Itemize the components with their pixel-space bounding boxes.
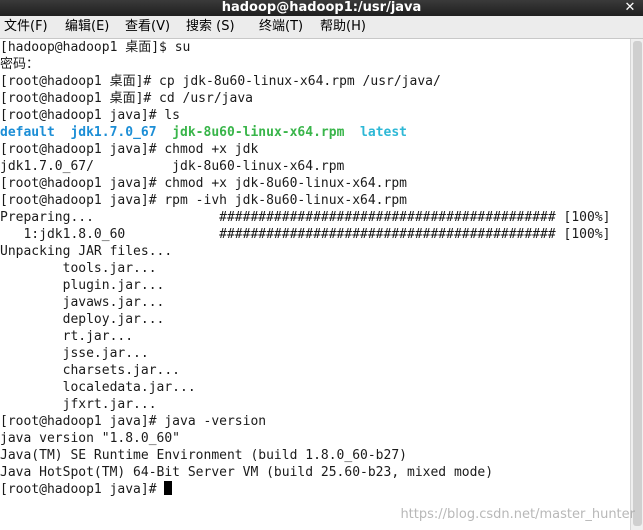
terminal-line: java version "1.8.0_60" <box>0 431 181 446</box>
ls-entry-rpm: jdk-8u60-linux-x64.rpm <box>172 125 345 140</box>
menu-help[interactable]: 帮助(H) <box>320 19 366 35</box>
terminal-line: [root@hadoop1 java]# rpm -ivh jdk-8u60-l… <box>0 193 407 208</box>
terminal-line: 1:jdk1.8.0_60 ##########################… <box>0 227 611 242</box>
terminal-line: Java(TM) SE Runtime Environment (build 1… <box>0 448 407 463</box>
menu-file[interactable]: 文件(F) <box>4 19 48 35</box>
terminal-line: plugin.jar... <box>0 278 165 293</box>
menu-view[interactable]: 查看(V) <box>125 19 170 35</box>
watermark: https://blog.csdn.net/master_hunter <box>400 507 635 522</box>
terminal-line: 密码： <box>0 57 40 72</box>
terminal-line: [root@hadoop1 桌面]# cd /usr/java <box>0 91 253 106</box>
menu-bar: 文件(F) 编辑(E) 查看(V) 搜索 (S) 终端(T) 帮助(H) <box>0 16 643 39</box>
scrollbar-thumb[interactable] <box>633 41 642 526</box>
window-title: hadoop@hadoop1:/usr/java <box>221 0 422 15</box>
terminal-line: jsse.jar... <box>0 346 149 361</box>
terminal-line: [root@hadoop1 java]# ls <box>0 108 181 123</box>
menu-terminal[interactable]: 终端(T) <box>259 19 303 35</box>
menu-edit[interactable]: 编辑(E) <box>65 19 109 35</box>
text-cursor <box>164 481 173 495</box>
ls-entry-latest: latest <box>360 125 408 140</box>
terminal-line: [root@hadoop1 java]# java -version <box>0 414 267 429</box>
terminal-line: [root@hadoop1 java]# chmod +x jdk-8u60-l… <box>0 176 407 191</box>
terminal-line: javaws.jar... <box>0 295 165 310</box>
window-titlebar: hadoop@hadoop1:/usr/java ✕ <box>0 0 643 16</box>
vertical-scrollbar[interactable] <box>630 39 643 530</box>
terminal-line: [hadoop@hadoop1 桌面]$ su <box>0 40 191 55</box>
menu-search[interactable]: 搜索 (S) <box>186 19 235 35</box>
terminal-output[interactable]: [hadoop@hadoop1 桌面]$ su 密码： [root@hadoop… <box>0 39 629 530</box>
terminal-line: Unpacking JAR files... <box>0 244 173 259</box>
terminal-line: jfxrt.jar... <box>0 397 157 412</box>
terminal-line: rt.jar... <box>0 329 134 344</box>
terminal-line: Java HotSpot(TM) 64-Bit Server VM (build… <box>0 465 494 480</box>
terminal-line: deploy.jar... <box>0 312 165 327</box>
terminal-line: Preparing... ###########################… <box>0 210 611 225</box>
terminal-line: tools.jar... <box>0 261 157 276</box>
terminal-prompt-line: [root@hadoop1 java]# <box>0 481 173 498</box>
close-icon[interactable]: ✕ <box>623 0 637 16</box>
ls-entry-jdk17: jdk1.7.0_67 <box>70 125 157 140</box>
ls-output-line: default jdk1.7.0_67 jdk-8u60-linux-x64.r… <box>0 124 407 141</box>
ls-entry-default: default <box>0 125 55 140</box>
terminal-line: jdk1.7.0_67/ jdk-8u60-linux-x64.rpm <box>0 159 345 174</box>
current-prompt: [root@hadoop1 java]# <box>0 482 165 497</box>
terminal-line: localedata.jar... <box>0 380 196 395</box>
terminal-line: [root@hadoop1 java]# chmod +x jdk <box>0 142 259 157</box>
terminal-line: [root@hadoop1 桌面]# cp jdk-8u60-linux-x64… <box>0 74 441 89</box>
terminal-line: charsets.jar... <box>0 363 181 378</box>
